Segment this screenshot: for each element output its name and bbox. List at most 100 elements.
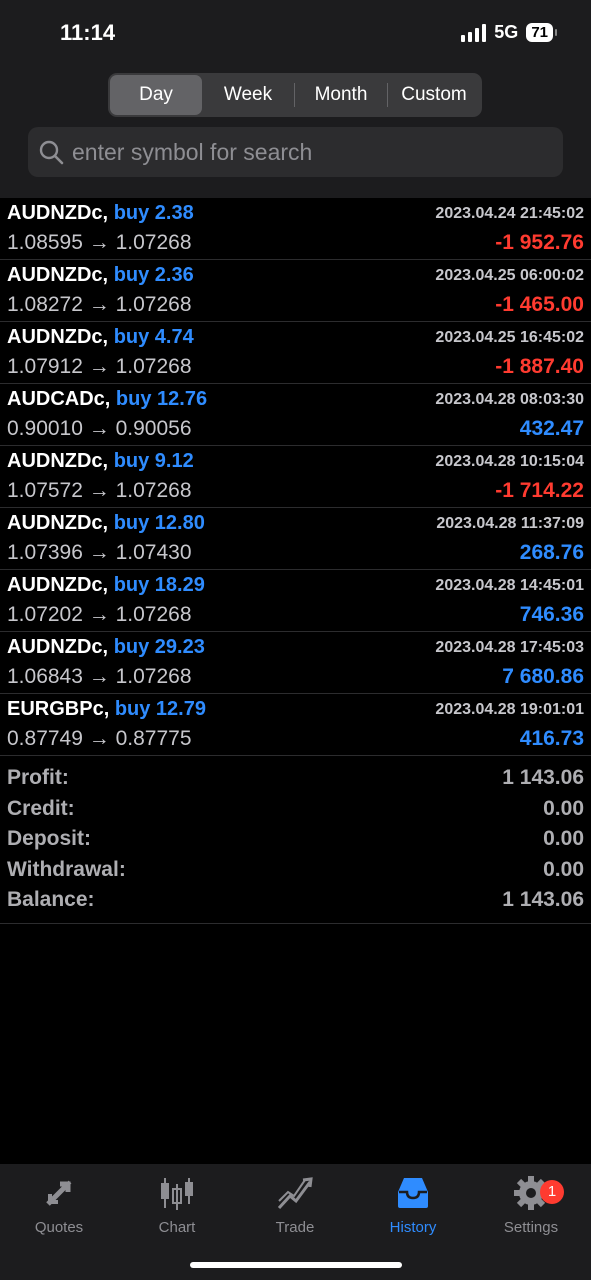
trade-prices: 1.06843 → 1.07268	[7, 665, 192, 689]
trade-prices: 1.08595 → 1.07268	[7, 231, 192, 255]
summary-value: 0.00	[543, 827, 584, 850]
trade-profit: -1 952.76	[495, 231, 584, 254]
trade-prices: 1.08272 → 1.07268	[7, 293, 192, 317]
trade-profit: -1 465.00	[495, 293, 584, 316]
trade-prices: 0.87749 → 0.87775	[7, 727, 192, 751]
trade-profit: -1 887.40	[495, 355, 584, 378]
trade-prices: 0.90010 → 0.90056	[7, 417, 192, 441]
trade-side: buy 9.12	[113, 450, 194, 472]
open-price: 1.07202	[7, 603, 83, 626]
tab-trade-label: Trade	[275, 1219, 315, 1236]
trade-time: 2023.04.25 16:45:02	[435, 329, 584, 346]
summary-label: Deposit:	[7, 827, 91, 850]
close-price: 1.07268	[115, 231, 192, 254]
trade-row[interactable]: AUDCADc, buy 12.76 2023.04.28 08:03:30 0.9…	[0, 384, 591, 446]
trade-title: EURGBPc, buy 12.79	[7, 698, 206, 721]
notification-badge: 1	[540, 1180, 564, 1204]
trade-symbol: AUDCADc,	[7, 388, 111, 410]
trade-profit: -1 714.22	[495, 479, 584, 502]
signal-icon	[461, 23, 487, 42]
close-price: 0.87775	[115, 727, 192, 750]
summary-label: Withdrawal:	[7, 857, 126, 881]
trade-profit: 268.76	[519, 541, 584, 564]
trade-side: buy 4.74	[113, 326, 194, 348]
trade-title: AUDNZDc, buy 4.74	[7, 326, 194, 349]
search-bar[interactable]	[28, 127, 563, 177]
trade-title: AUDCADc, buy 12.76	[7, 388, 207, 411]
arrow-icon: →	[88, 603, 110, 626]
tab-chart-label: Chart	[158, 1219, 196, 1236]
chart-icon	[161, 1178, 193, 1210]
trade-side: buy 29.23	[113, 636, 205, 658]
summary-row: Withdrawal: 0.00	[0, 854, 591, 885]
trade-title: AUDNZDc, buy 2.38	[7, 202, 194, 225]
trade-symbol: AUDNZDc,	[7, 512, 109, 534]
trade-time: 2023.04.28 10:15:04	[435, 453, 584, 470]
trade-row[interactable]: AUDNZDc, buy 9.12 2023.04.28 10:15:04 1.07…	[0, 446, 591, 508]
tab-trade[interactable]: Trade	[236, 1174, 354, 1236]
period-selector: Day Week Month Custom	[108, 73, 482, 117]
tab-settings-label: Settings	[503, 1219, 559, 1236]
tab-history-label: History	[389, 1219, 437, 1236]
trade-symbol: AUDNZDc,	[7, 326, 109, 348]
trade-time: 2023.04.28 14:45:01	[435, 577, 584, 594]
trade-row[interactable]: AUDNZDc, buy 18.29 2023.04.28 14:45:01 1.0…	[0, 570, 591, 632]
trade-symbol: AUDNZDc,	[7, 450, 109, 472]
period-tab-custom[interactable]: Custom	[388, 75, 480, 115]
arrow-icon: →	[88, 355, 110, 378]
network-type: 5G	[494, 22, 519, 42]
close-price: 1.07268	[115, 293, 192, 316]
trade-row[interactable]: AUDNZDc, buy 12.80 2023.04.28 11:37:09 1.0…	[0, 508, 591, 570]
trade-title: AUDNZDc, buy 29.23	[7, 636, 205, 659]
trade-symbol: EURGBPc,	[7, 698, 110, 720]
trade-side: buy 12.76	[115, 388, 208, 410]
trade-row[interactable]: AUDNZDc, buy 29.23 2023.04.28 17:45:03 1.0…	[0, 632, 591, 694]
trade-side: buy 2.36	[113, 264, 194, 286]
arrow-icon: →	[88, 293, 110, 316]
trade-symbol: AUDNZDc,	[7, 636, 109, 658]
trade-title: AUDNZDc, buy 9.12	[7, 450, 194, 473]
summary-value: 0.00	[543, 796, 584, 820]
summary-label: Profit:	[7, 766, 69, 789]
arrow-icon: →	[88, 479, 110, 502]
tab-chart[interactable]: Chart	[118, 1174, 236, 1236]
summary-row: Balance: 1 143.06	[0, 884, 591, 915]
trade-prices: 1.07202 → 1.07268	[7, 603, 192, 627]
summary-value: 1 143.06	[502, 888, 584, 911]
open-price: 1.07396	[7, 541, 83, 564]
tab-quotes-label: Quotes	[34, 1219, 84, 1236]
trade-symbol: AUDNZDc,	[7, 264, 109, 286]
trade-symbol: AUDNZDc,	[7, 202, 109, 224]
status-indicators: 5G 71	[461, 22, 557, 43]
trade-icon	[277, 1177, 313, 1210]
trade-profit: 746.36	[519, 603, 584, 626]
trade-time: 2023.04.24 21:45:02	[435, 205, 584, 222]
open-price: 1.06843	[7, 665, 83, 688]
trade-profit: 7 680.86	[502, 665, 584, 688]
quotes-icon	[46, 1180, 72, 1206]
open-price: 0.87749	[7, 727, 83, 750]
trade-row[interactable]: AUDNZDc, buy 2.38 2023.04.24 21:45:02 1.08…	[0, 198, 591, 260]
period-tab-day[interactable]: Day	[110, 75, 202, 115]
close-price: 1.07268	[115, 355, 192, 378]
trade-profit: 416.73	[519, 727, 584, 750]
trade-side: buy 12.79	[114, 698, 206, 720]
tab-history[interactable]: History	[354, 1174, 472, 1236]
trade-side: buy 12.80	[113, 512, 205, 534]
trade-title: AUDNZDc, buy 2.36	[7, 264, 194, 287]
close-price: 0.90056	[115, 417, 192, 440]
trade-time: 2023.04.28 11:37:09	[436, 515, 584, 532]
trade-side: buy 2.38	[113, 202, 194, 224]
trade-row[interactable]: AUDNZDc, buy 4.74 2023.04.25 16:45:02 1.07…	[0, 322, 591, 384]
period-tab-month[interactable]: Month	[295, 75, 387, 115]
period-tab-week[interactable]: Week	[202, 75, 294, 115]
trade-row[interactable]: EURGBPc, buy 12.79 2023.04.28 19:01:01 0.8…	[0, 694, 591, 756]
arrow-icon: →	[88, 665, 110, 688]
search-input[interactable]	[70, 137, 534, 167]
summary-label: Credit:	[7, 796, 75, 820]
trade-row[interactable]: AUDNZDc, buy 2.36 2023.04.25 06:00:02 1.08…	[0, 260, 591, 322]
arrow-icon: →	[88, 417, 110, 440]
tab-settings[interactable]: 1 Settings	[472, 1174, 590, 1236]
close-price: 1.07268	[115, 665, 192, 688]
tab-quotes[interactable]: Quotes	[0, 1174, 118, 1236]
